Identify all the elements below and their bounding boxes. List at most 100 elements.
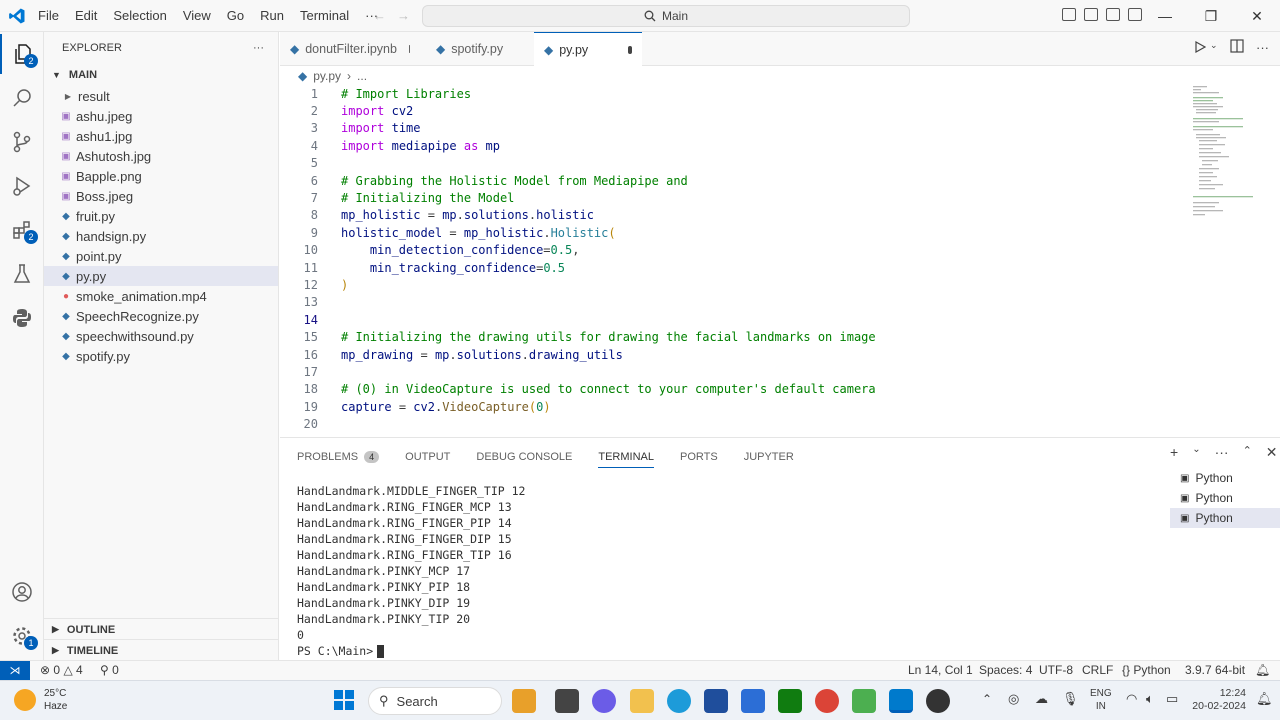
menu-run[interactable]: Run [252,8,292,23]
folder-section-main[interactable]: ▼ MAIN [44,64,278,86]
code-line[interactable]: 1 # Import Libraries [280,85,1180,102]
ports-status[interactable]: ⚲ 0 [100,663,119,677]
code-line[interactable]: 2 import cv2 [280,102,1180,119]
android-studio-icon[interactable] [852,689,876,713]
explorer-activity[interactable]: 2 [0,34,44,74]
menu-file[interactable]: File [30,8,67,23]
edge-browser-icon[interactable] [667,689,691,713]
file-tree-item[interactable]: ● smoke_animation.mp4 [44,286,278,306]
back-arrow-icon[interactable]: ← [373,8,386,23]
toggle-secondary-sidebar-icon[interactable] [1106,8,1120,21]
problems-status[interactable]: ⊗ 0 △ 4 [40,663,83,677]
code-line[interactable]: 7 # Initializing the Model [280,189,1180,206]
run-file-icon[interactable] [1194,40,1207,56]
menu-go[interactable]: Go [219,8,252,23]
minimize-icon[interactable]: — [1142,8,1188,24]
code-line[interactable]: 19 capture = cv2.VideoCapture(0) [280,398,1180,415]
forward-arrow-icon[interactable]: → [397,8,410,23]
menu-terminal[interactable]: Terminal [292,8,357,23]
file-tree-item[interactable]: ◆ handsign.py [44,226,278,246]
notification-center-icon[interactable]: 🔔︎ [1256,691,1273,707]
vscode-taskbar-icon[interactable] [889,689,913,713]
code-line[interactable]: 13 [280,294,1180,311]
weather-widget[interactable]: 25°C Haze [14,687,67,713]
input-language[interactable]: ENG IN [1090,687,1112,713]
toggle-sidebar-icon[interactable] [1062,8,1076,21]
code-line[interactable]: 17 [280,363,1180,380]
file-tree-item[interactable]: ▣ Boss.jpeg [44,186,278,206]
tab-terminal[interactable]: TERMINAL [598,446,654,468]
tab-output[interactable]: OUTPUT [405,446,450,468]
menu-view[interactable]: View [175,8,219,23]
code-line[interactable]: 20 [280,416,1180,433]
terminal-prompt-line[interactable]: PS C:\Main> [297,644,525,660]
wifi-icon[interactable]: ◠ [1126,691,1137,707]
accounts-activity[interactable] [0,572,44,612]
code-line[interactable]: 18 # (0) in VideoCapture is used to conne… [280,381,1180,398]
menu-edit[interactable]: Edit [67,8,105,23]
code-line[interactable]: 15 # Initializing the drawing utils for d… [280,329,1180,346]
manage-activity[interactable]: 1 [0,616,44,656]
widgets-app-icon[interactable] [512,689,536,713]
file-tree-item[interactable]: ▣ Ashutosh.jpg [44,146,278,166]
tab-debug-console[interactable]: DEBUG CONSOLE [476,446,572,468]
power-automate-icon[interactable] [741,689,765,713]
file-tree-item[interactable]: ◆ SpeechRecognize.py [44,306,278,326]
extensions-activity[interactable]: 2 [0,210,44,250]
tab-problems[interactable]: PROBLEMS 4 [297,446,380,468]
file-tree-item[interactable]: ◆ point.py [44,246,278,266]
toggle-panel-icon[interactable] [1084,8,1098,21]
close-panel-icon[interactable]: ✕ [1266,444,1278,461]
breadcrumb-symbol[interactable]: ... [357,69,367,83]
code-line[interactable]: 3 import time [280,120,1180,137]
xbox-icon[interactable] [778,689,802,713]
outline-section[interactable]: ▶ OUTLINE [44,618,279,640]
remote-indicator[interactable]: ⋊ [0,661,30,681]
indentation[interactable]: Spaces: 4 [979,663,1032,677]
taskbar-search[interactable]: ⚲ Search [368,687,502,715]
show-hidden-icons-icon[interactable]: ⌃ [982,692,992,706]
code-line[interactable]: 16 mp_drawing = mp.solutions.drawing_util… [280,346,1180,363]
file-tree-item[interactable]: ▣ ashu1.jpg [44,126,278,146]
terminal-instance[interactable]: ▣ Python [1170,508,1280,528]
tab-py-py[interactable]: ◆ py.py [534,32,642,67]
new-terminal-icon[interactable]: + [1170,444,1178,461]
code-line[interactable]: 4 import mediapipe as mp [280,137,1180,154]
terminal-output[interactable]: HandLandmark.MIDDLE_FINGER_TIP 12 HandLan… [297,484,525,660]
code-line[interactable]: 9 holistic_model = mp_holistic.Holistic( [280,224,1180,241]
code-line[interactable]: 5 [280,155,1180,172]
code-line[interactable]: 10 min_detection_confidence=0.5, [280,242,1180,259]
breadcrumb-file[interactable]: py.py [313,69,341,83]
code-line[interactable]: 11 min_tracking_confidence=0.5 [280,259,1180,276]
split-editor-icon[interactable] [1230,39,1244,56]
code-line[interactable]: 14 [280,311,1180,328]
code-line[interactable]: 6 # Grabbing the Holistic Model from Medi… [280,172,1180,189]
battery-icon[interactable]: ▭ [1166,691,1178,707]
menu-selection[interactable]: Selection [105,8,174,23]
terminal-dropdown-icon[interactable]: ⌄ [1192,444,1200,461]
notifications-bell-icon[interactable]: 🔔︎ [1255,663,1270,677]
search-activity[interactable] [0,78,44,118]
file-tree-item[interactable]: ▣ ashu.jpeg [44,106,278,126]
obs-app-icon[interactable] [926,689,950,713]
timeline-section[interactable]: ▶ TIMELINE [44,639,279,661]
windows-start-icon[interactable] [334,690,354,713]
file-explorer-icon[interactable] [630,689,654,713]
python-activity[interactable] [0,298,44,338]
tab-donutfilter[interactable]: ◆ donutFilter.ipynb [280,32,420,66]
command-center-search[interactable]: Main [422,5,910,27]
file-tree-item[interactable]: ▶ result [44,86,278,106]
file-tree-item[interactable]: ◆ speechwithsound.py [44,326,278,346]
tab-ports[interactable]: PORTS [680,446,718,468]
volume-icon[interactable]: 🔈︎ [1146,691,1154,707]
clock[interactable]: 12:24 20-02-2024 [1190,687,1246,713]
maximize-panel-icon[interactable]: ⌃ [1243,444,1252,461]
terminal-app-icon[interactable] [555,689,579,713]
python-interpreter[interactable]: 3.9.7 64-bit [1185,663,1245,677]
run-dropdown-icon[interactable]: ⌄ [1210,40,1218,51]
testing-activity[interactable] [0,254,44,294]
teams-chat-icon[interactable] [592,689,616,713]
code-line[interactable]: 8 mp_holistic = mp.solutions.holistic [280,207,1180,224]
minimap[interactable] [1190,84,1270,224]
microphone-icon[interactable]: 🎙︎ [1062,691,1079,707]
